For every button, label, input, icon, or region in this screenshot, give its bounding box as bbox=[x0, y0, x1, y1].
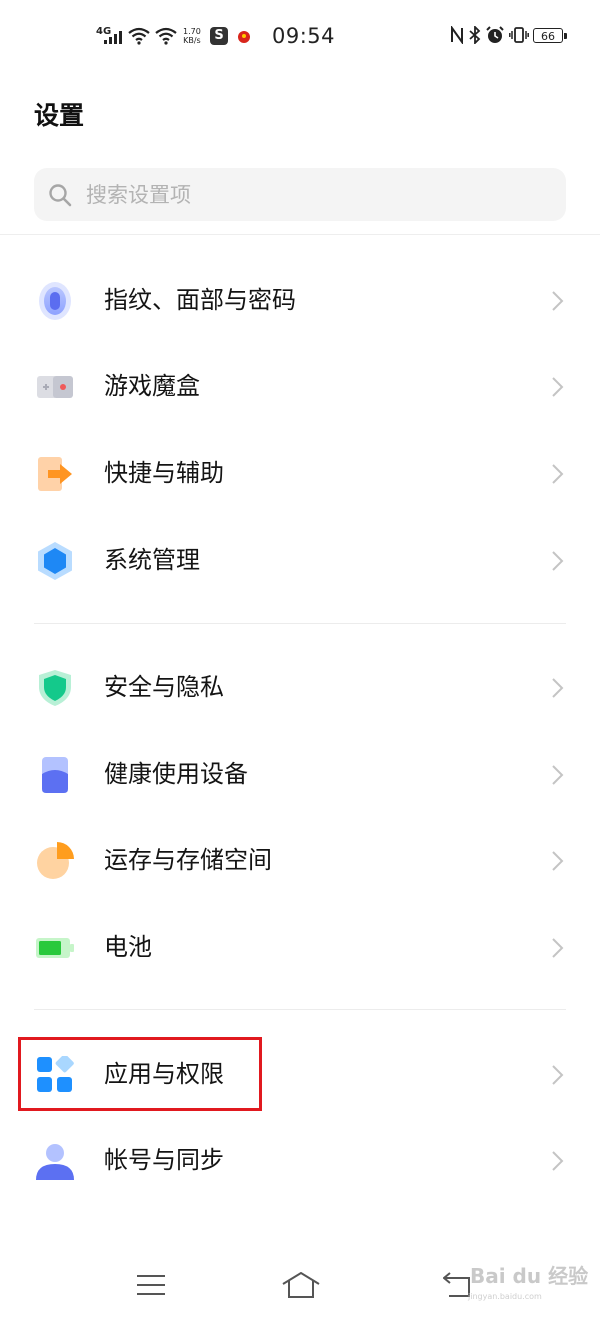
group-divider bbox=[34, 1009, 566, 1010]
speed-unit: KB/s bbox=[183, 36, 201, 45]
settings-item-shortcuts[interactable]: 快捷与辅助 bbox=[0, 430, 600, 516]
alarm-icon bbox=[486, 26, 504, 43]
settings-item-label: 运存与存储空间 bbox=[104, 846, 272, 874]
navigation-bar: Bai du 经验 jingyan.baidu.com bbox=[0, 1250, 600, 1320]
battery-icon bbox=[36, 938, 74, 958]
chevron-right-icon bbox=[552, 377, 564, 397]
vibrate-icon bbox=[509, 27, 529, 43]
storage-pie-icon bbox=[37, 842, 74, 879]
settings-item-label: 快捷与辅助 bbox=[104, 459, 224, 487]
wifi-secondary-icon bbox=[155, 27, 177, 45]
settings-item-memory-storage[interactable]: 运存与存储空间 bbox=[0, 817, 600, 903]
menu-icon[interactable] bbox=[136, 1274, 166, 1296]
settings-item-label: 游戏魔盒 bbox=[104, 372, 200, 400]
network-speed: 1.70 KB/s bbox=[183, 27, 201, 45]
home-icon[interactable] bbox=[282, 1272, 320, 1298]
account-icon bbox=[36, 1144, 74, 1180]
header-divider bbox=[0, 234, 600, 235]
battery-indicator: 66 bbox=[533, 28, 567, 43]
search-bar[interactable] bbox=[34, 168, 566, 221]
chevron-right-icon bbox=[552, 464, 564, 484]
settings-item-security-privacy[interactable]: 安全与隐私 bbox=[0, 644, 600, 730]
chevron-right-icon bbox=[552, 678, 564, 698]
settings-item-label: 帐号与同步 bbox=[104, 1146, 224, 1174]
chevron-right-icon bbox=[552, 1151, 564, 1171]
highlight-box bbox=[18, 1037, 262, 1111]
chevron-right-icon bbox=[552, 938, 564, 958]
watermark-url: jingyan.baidu.com bbox=[468, 1292, 542, 1301]
shortcut-icon bbox=[38, 457, 72, 491]
settings-item-game-box[interactable]: 游戏魔盒 bbox=[0, 343, 600, 429]
nfc-icon bbox=[451, 26, 463, 44]
settings-item-battery[interactable]: 电池 bbox=[0, 904, 600, 990]
app-notification-icon: S bbox=[210, 27, 228, 45]
wifi-icon bbox=[128, 27, 150, 45]
fingerprint-icon bbox=[39, 282, 71, 320]
bluetooth-icon bbox=[469, 26, 481, 44]
chevron-right-icon bbox=[552, 551, 564, 571]
status-icons bbox=[450, 26, 529, 44]
status-bar: 4G 1.70 KB/s S 09:54 66 bbox=[0, 0, 600, 72]
system-management-icon bbox=[38, 542, 72, 580]
settings-item-label: 电池 bbox=[104, 933, 152, 961]
chevron-right-icon bbox=[552, 765, 564, 785]
settings-item-accounts-sync[interactable]: 帐号与同步 bbox=[0, 1117, 600, 1203]
settings-item-label: 健康使用设备 bbox=[104, 760, 248, 788]
game-box-icon bbox=[37, 376, 73, 398]
settings-item-fingerprint[interactable]: 指纹、面部与密码 bbox=[0, 257, 600, 343]
search-icon bbox=[49, 184, 72, 207]
page-title: 设置 bbox=[34, 101, 85, 130]
shield-icon bbox=[39, 670, 71, 706]
news-notification-icon bbox=[238, 31, 250, 43]
settings-item-label: 系统管理 bbox=[104, 546, 200, 574]
settings-item-label: 安全与隐私 bbox=[104, 673, 224, 701]
signal-icon bbox=[104, 31, 122, 44]
settings-item-label: 指纹、面部与密码 bbox=[104, 286, 296, 314]
search-input[interactable] bbox=[86, 168, 546, 221]
chevron-right-icon bbox=[552, 1065, 564, 1085]
settings-item-healthy-usage[interactable]: 健康使用设备 bbox=[0, 731, 600, 817]
settings-item-system-management[interactable]: 系统管理 bbox=[0, 517, 600, 603]
watermark-logo: Bai du 经验 bbox=[470, 1264, 589, 1288]
chevron-right-icon bbox=[552, 851, 564, 871]
health-usage-icon bbox=[42, 757, 68, 793]
group-divider bbox=[34, 623, 566, 624]
chevron-right-icon bbox=[552, 291, 564, 311]
speed-value: 1.70 bbox=[183, 27, 201, 36]
clock: 09:54 bbox=[272, 24, 336, 48]
